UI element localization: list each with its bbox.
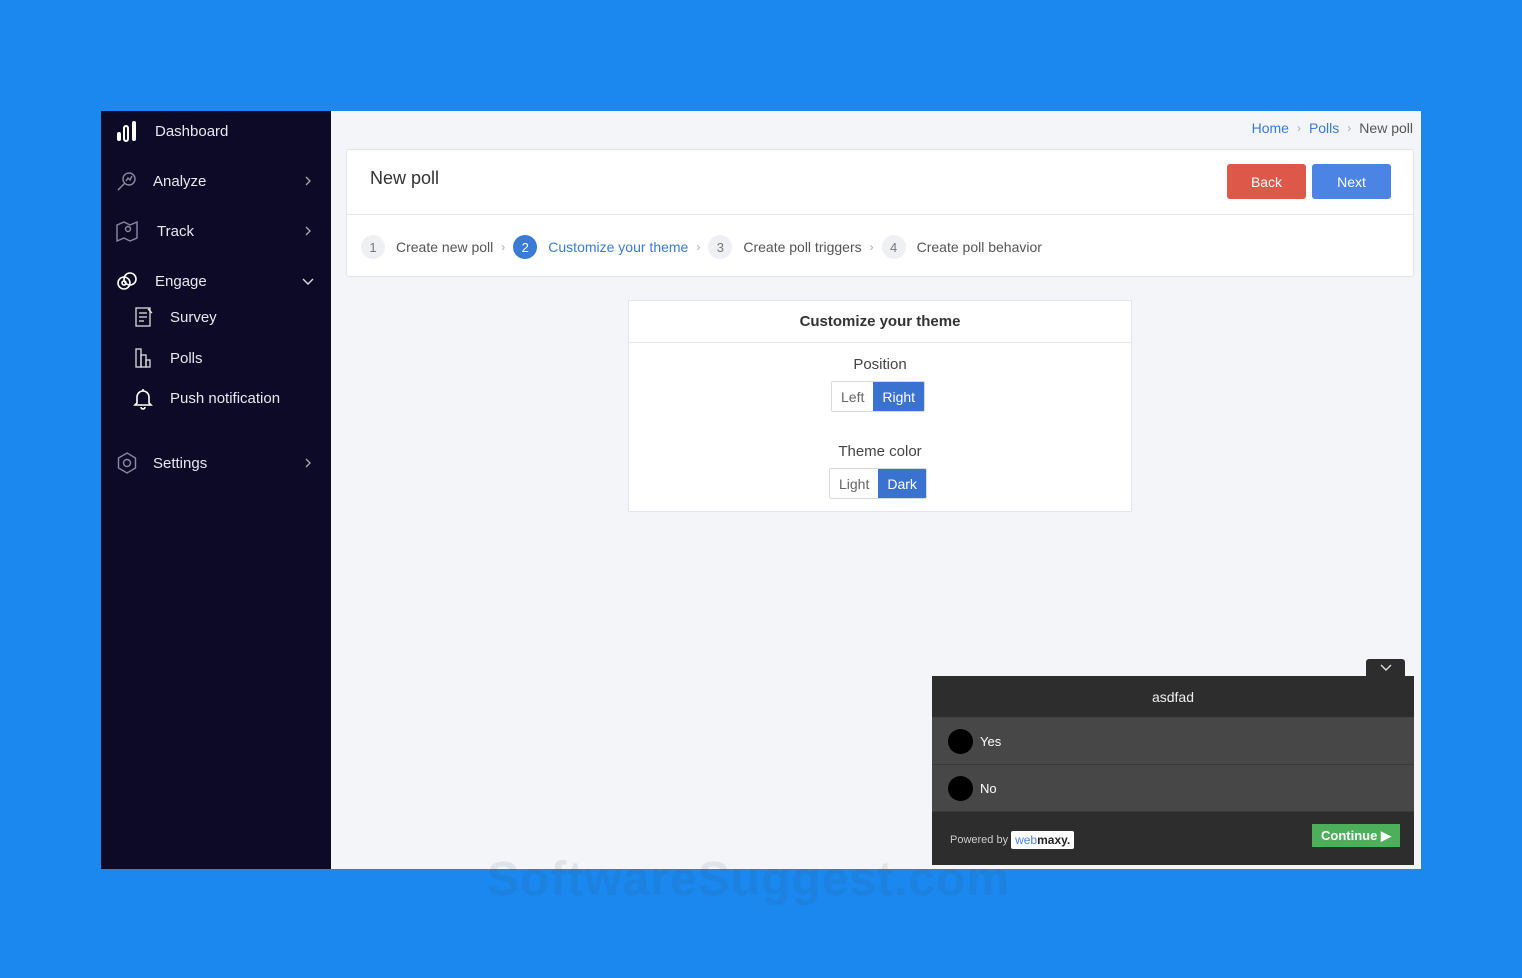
poll-collapse-toggle[interactable] <box>1366 659 1405 677</box>
position-right-option[interactable]: Right <box>873 382 925 411</box>
step-number: 1 <box>361 235 385 259</box>
step-label: Create new poll <box>396 239 494 255</box>
webmaxy-logo[interactable]: webmaxy. <box>1011 831 1075 849</box>
position-label: Position <box>853 356 907 373</box>
sidebar-item-analyze[interactable]: Analyze <box>101 161 331 201</box>
gear-icon <box>115 451 139 475</box>
step-number: 2 <box>513 235 538 259</box>
chevron-right-icon <box>305 458 311 468</box>
breadcrumb: Home › Polls › New poll <box>1252 120 1413 136</box>
sidebar-item-label: Polls <box>170 349 203 367</box>
sidebar-item-polls[interactable]: Polls <box>101 340 331 376</box>
sidebar-item-label: Dashboard <box>155 122 229 140</box>
chevron-right-icon: › <box>501 240 506 254</box>
engage-rings-icon <box>115 269 139 293</box>
theme-panel-title: Customize your theme <box>629 301 1131 343</box>
sidebar-item-label: Push notification <box>170 389 281 407</box>
radio-button[interactable] <box>948 728 973 754</box>
survey-icon <box>131 305 155 329</box>
page-title: New poll <box>370 168 440 188</box>
sidebar-item-dashboard[interactable]: Dashboard <box>101 111 331 151</box>
chevron-right-icon <box>305 176 311 186</box>
step-label: Create poll behavior <box>916 239 1042 255</box>
poll-option-label: No <box>980 780 997 796</box>
chevron-down-icon <box>302 278 314 285</box>
wizard-steps: 1 Create new poll › 2 Customize your the… <box>361 234 1042 260</box>
powered-by: Powered by webmaxy. <box>950 831 1075 849</box>
breadcrumb-home-link[interactable]: Home <box>1252 120 1289 136</box>
bar-chart-icon <box>115 119 139 143</box>
breadcrumb-polls-link[interactable]: Polls <box>1309 120 1339 136</box>
chevron-right-icon: › <box>1347 121 1352 135</box>
poll-preview-widget: asdfad Yes No Powered by webmaxy. Contin… <box>932 676 1414 865</box>
chevron-right-icon: › <box>696 240 701 254</box>
step-create-poll-behavior[interactable]: 4 Create poll behavior <box>881 235 1042 259</box>
sidebar-item-label: Engage <box>155 272 207 290</box>
radio-button[interactable] <box>948 775 973 801</box>
poll-option-no[interactable]: No <box>932 765 1414 812</box>
step-number: 4 <box>881 235 906 259</box>
divider <box>347 214 1413 215</box>
sidebar-item-track[interactable]: Track <box>101 211 331 251</box>
chevron-down-icon <box>1380 664 1391 671</box>
sidebar-item-label: Analyze <box>153 172 207 190</box>
sidebar-item-settings[interactable]: Settings <box>101 443 331 483</box>
poll-option-yes[interactable]: Yes <box>932 718 1414 765</box>
bell-icon <box>131 386 155 410</box>
continue-button[interactable]: Continue ▶ <box>1312 824 1400 847</box>
brand-part-b: maxy. <box>1037 833 1071 847</box>
theme-color-label: Theme color <box>838 443 922 460</box>
app-window: Dashboard Analyze Track Engage Survey Po… <box>101 111 1421 869</box>
map-pin-icon <box>115 219 139 243</box>
sidebar-item-push-notification[interactable]: Push notification <box>101 380 331 416</box>
magnifier-chart-icon <box>115 169 139 193</box>
chevron-right-icon: › <box>1296 121 1301 135</box>
theme-panel: Customize your theme Position Left Right… <box>628 300 1132 512</box>
poll-option-label: Yes <box>980 733 1002 749</box>
polls-icon <box>131 346 155 370</box>
position-toggle: Left Right <box>831 381 926 412</box>
theme-dark-option[interactable]: Dark <box>878 469 926 498</box>
powered-by-text: Powered by <box>950 834 1009 846</box>
theme-light-option[interactable]: Light <box>830 469 879 498</box>
step-create-new-poll[interactable]: 1 Create new poll <box>361 235 493 259</box>
breadcrumb-current: New poll <box>1359 120 1413 136</box>
new-poll-card: New poll Back Next 1 Create new poll › 2… <box>346 149 1414 277</box>
poll-question: asdfad <box>932 676 1414 718</box>
chevron-right-icon <box>305 226 311 236</box>
theme-color-toggle: Light Dark <box>829 468 927 499</box>
brand-part-a: web <box>1015 833 1038 847</box>
sidebar-item-label: Survey <box>170 308 217 326</box>
step-label: Customize your theme <box>548 239 689 255</box>
sidebar-item-survey[interactable]: Survey <box>101 299 331 335</box>
sidebar: Dashboard Analyze Track Engage Survey Po… <box>101 111 331 869</box>
position-left-option[interactable]: Left <box>832 382 874 411</box>
step-create-poll-triggers[interactable]: 3 Create poll triggers <box>708 235 862 259</box>
step-label: Create poll triggers <box>743 239 862 255</box>
poll-footer: Powered by webmaxy. Continue ▶ <box>932 812 1414 865</box>
next-button[interactable]: Next <box>1312 164 1391 199</box>
chevron-right-icon: › <box>869 240 874 254</box>
step-number: 3 <box>708 235 733 259</box>
sidebar-item-label: Settings <box>153 454 208 472</box>
back-button[interactable]: Back <box>1227 164 1306 199</box>
sidebar-item-label: Track <box>157 222 194 240</box>
step-customize-theme[interactable]: 2 Customize your theme <box>513 235 688 259</box>
sidebar-item-engage[interactable]: Engage <box>101 261 331 301</box>
